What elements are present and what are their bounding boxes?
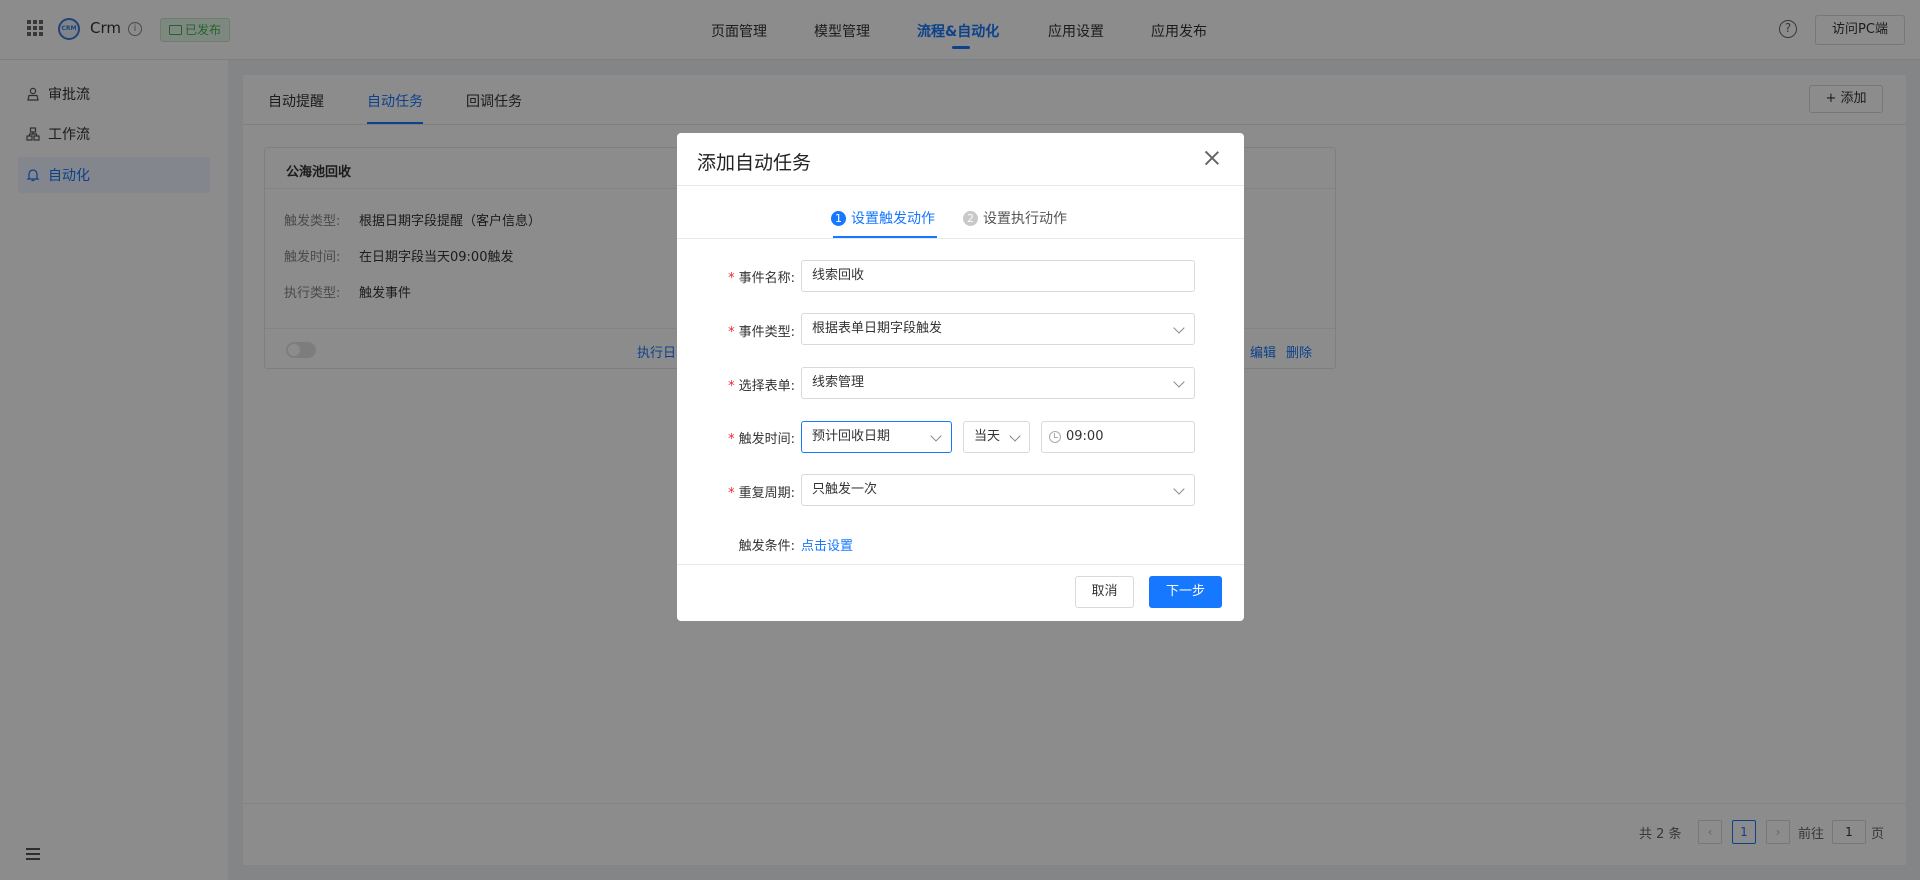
step-2[interactable]: 2 设置执行动作 — [963, 208, 1067, 228]
event-name-label: * 事件名称: — [728, 271, 795, 286]
form-select-label: * 选择表单: — [728, 379, 795, 394]
trigger-time-label: * 触发时间: — [728, 432, 795, 447]
chevron-down-icon — [1173, 376, 1185, 388]
chevron-down-icon — [930, 430, 942, 442]
time-picker[interactable]: 09:00 — [1041, 421, 1195, 453]
add-task-modal: 添加自动任务 1 设置触发动作 2 设置执行动作 * 事件名称: 线索回收 * 事件… — [677, 133, 1244, 621]
divider — [677, 564, 1244, 565]
event-name-input[interactable]: 线索回收 — [801, 260, 1195, 292]
step-label: 设置执行动作 — [983, 211, 1067, 227]
close-icon[interactable] — [1204, 150, 1220, 166]
day-value: 当天 — [974, 429, 1001, 444]
form-select[interactable]: 线索管理 — [801, 367, 1195, 399]
step-number: 2 — [963, 210, 978, 226]
modal-title: 添加自动任务 — [697, 152, 812, 174]
event-type-label: * 事件类型: — [728, 325, 795, 340]
chevron-down-icon — [1009, 430, 1021, 442]
clock-icon — [1049, 431, 1061, 443]
date-field-value: 预计回收日期 — [812, 429, 891, 444]
repeat-value: 只触发一次 — [812, 482, 878, 497]
step-1[interactable]: 1 设置触发动作 — [831, 208, 935, 228]
form-select-value: 线索管理 — [812, 375, 865, 390]
cancel-button[interactable]: 取消 — [1075, 576, 1134, 608]
divider — [677, 238, 1244, 239]
date-field-select[interactable]: 预计回收日期 — [801, 421, 952, 453]
repeat-select[interactable]: 只触发一次 — [801, 474, 1195, 506]
day-select[interactable]: 当天 — [963, 421, 1030, 453]
condition-label: 触发条件: — [738, 539, 795, 554]
chevron-down-icon — [1173, 322, 1185, 334]
event-type-select[interactable]: 根据表单日期字段触发 — [801, 313, 1195, 345]
condition-setup-link[interactable]: 点击设置 — [801, 535, 853, 554]
chevron-down-icon — [1173, 483, 1185, 495]
step-label: 设置触发动作 — [851, 211, 935, 227]
next-step-button[interactable]: 下一步 — [1149, 576, 1222, 608]
divider — [677, 185, 1244, 186]
event-type-value: 根据表单日期字段触发 — [812, 321, 943, 336]
step-number: 1 — [831, 210, 846, 226]
time-value: 09:00 — [1066, 429, 1104, 444]
step-active-indicator — [833, 236, 937, 238]
repeat-label: * 重复周期: — [728, 486, 795, 501]
